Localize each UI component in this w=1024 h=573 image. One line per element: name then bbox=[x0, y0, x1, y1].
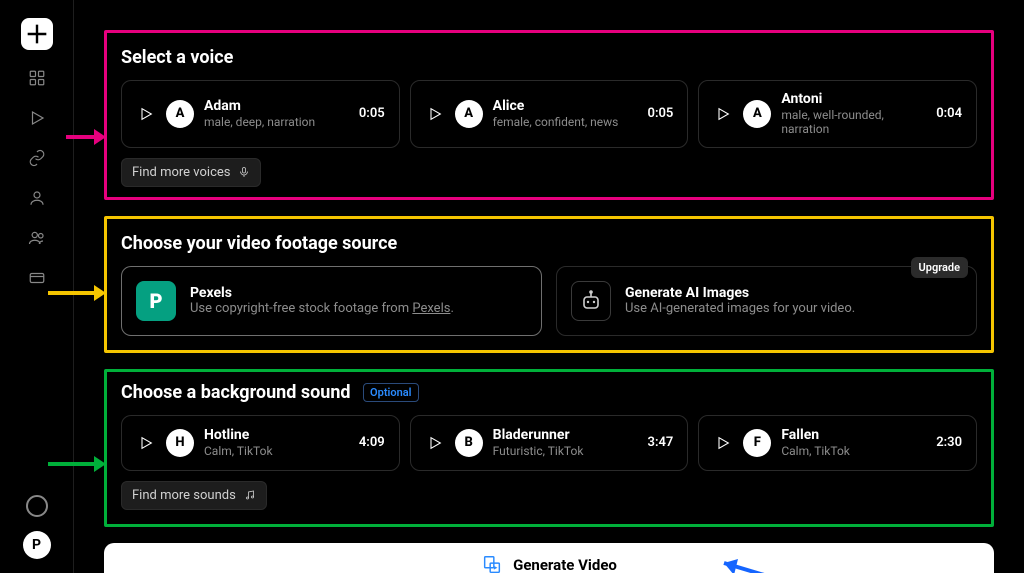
sound-name: Hotline bbox=[204, 427, 349, 444]
footage-section: Choose your video footage source P Pexel… bbox=[104, 216, 994, 353]
sound-card[interactable]: F FallenCalm, TikTok 2:30 bbox=[698, 415, 977, 471]
play-icon[interactable] bbox=[713, 106, 733, 122]
billing-icon[interactable] bbox=[25, 266, 49, 290]
sound-section: Choose a background sound Optional H Hot… bbox=[104, 369, 994, 527]
main-content: Select a voice A Adammale, deep, narrati… bbox=[74, 0, 1024, 573]
dashboard-icon[interactable] bbox=[25, 66, 49, 90]
pexels-link[interactable]: Pexels bbox=[412, 301, 450, 316]
footage-card-pexels[interactable]: P Pexels Use copyright-free stock footag… bbox=[121, 266, 542, 336]
play-icon[interactable] bbox=[425, 106, 445, 122]
footage-desc: Use copyright-free stock footage from Pe… bbox=[190, 301, 454, 316]
voice-card[interactable]: A Antonimale, well-rounded, narration 0:… bbox=[698, 80, 977, 148]
play-nav-icon[interactable] bbox=[25, 106, 49, 130]
footage-card-ai[interactable]: Upgrade Generate AI Images Use AI-genera… bbox=[556, 266, 977, 336]
new-button[interactable] bbox=[21, 18, 53, 50]
voice-name: Alice bbox=[493, 98, 638, 115]
voice-section: Select a voice A Adammale, deep, narrati… bbox=[104, 30, 994, 200]
ai-robot-icon bbox=[571, 281, 611, 321]
sound-card[interactable]: B BladerunnerFuturistic, TikTok 3:47 bbox=[410, 415, 689, 471]
music-note-icon bbox=[244, 489, 256, 501]
voice-tags: female, confident, news bbox=[493, 115, 638, 129]
generate-icon bbox=[481, 554, 503, 573]
find-more-sounds-button[interactable]: Find more sounds bbox=[121, 481, 267, 510]
find-more-sounds-label: Find more sounds bbox=[132, 488, 236, 503]
link-icon[interactable] bbox=[25, 146, 49, 170]
user-avatar[interactable]: P bbox=[23, 531, 51, 559]
voice-card[interactable]: A Adammale, deep, narration 0:05 bbox=[121, 80, 400, 148]
microphone-icon bbox=[238, 166, 250, 178]
sound-name: Bladerunner bbox=[493, 427, 638, 444]
user-icon[interactable] bbox=[25, 186, 49, 210]
footage-title: Pexels bbox=[190, 285, 454, 301]
sound-tags: Futuristic, TikTok bbox=[493, 444, 638, 458]
voice-avatar: A bbox=[166, 100, 194, 128]
voice-section-title: Select a voice bbox=[121, 47, 977, 68]
users-icon[interactable] bbox=[25, 226, 49, 250]
voice-name: Adam bbox=[204, 98, 349, 115]
upgrade-badge[interactable]: Upgrade bbox=[911, 257, 968, 278]
sound-name: Fallen bbox=[781, 427, 926, 444]
play-icon[interactable] bbox=[136, 106, 156, 122]
pexels-icon: P bbox=[136, 281, 176, 321]
sound-section-title: Choose a background sound Optional bbox=[121, 382, 977, 403]
voice-tags: male, deep, narration bbox=[204, 115, 349, 129]
find-more-voices-label: Find more voices bbox=[132, 165, 230, 180]
play-icon[interactable] bbox=[136, 435, 156, 451]
generate-video-button[interactable]: Generate Video bbox=[104, 543, 994, 573]
sound-duration: 2:30 bbox=[936, 435, 962, 450]
sound-tags: Calm, TikTok bbox=[204, 444, 349, 458]
sound-card[interactable]: H HotlineCalm, TikTok 4:09 bbox=[121, 415, 400, 471]
sound-tags: Calm, TikTok bbox=[781, 444, 926, 458]
sound-duration: 3:47 bbox=[648, 435, 674, 450]
optional-badge: Optional bbox=[363, 383, 418, 402]
footage-title: Generate AI Images bbox=[625, 285, 855, 301]
sidebar: P bbox=[0, 0, 74, 573]
voice-tags: male, well-rounded, narration bbox=[781, 108, 926, 137]
footage-section-title: Choose your video footage source bbox=[121, 233, 977, 254]
generate-video-label: Generate Video bbox=[513, 556, 617, 573]
voice-avatar: A bbox=[743, 100, 771, 128]
progress-circle-icon[interactable] bbox=[26, 495, 48, 517]
play-icon[interactable] bbox=[713, 435, 733, 451]
voice-avatar: A bbox=[455, 100, 483, 128]
sound-duration: 4:09 bbox=[359, 435, 385, 450]
voice-card[interactable]: A Alicefemale, confident, news 0:05 bbox=[410, 80, 689, 148]
sound-avatar: H bbox=[166, 429, 194, 457]
voice-duration: 0:05 bbox=[359, 106, 385, 121]
footage-desc: Use AI-generated images for your video. bbox=[625, 301, 855, 316]
voice-name: Antoni bbox=[781, 91, 926, 108]
voice-duration: 0:04 bbox=[936, 106, 962, 121]
voice-duration: 0:05 bbox=[648, 106, 674, 121]
sound-avatar: F bbox=[743, 429, 771, 457]
play-icon[interactable] bbox=[425, 435, 445, 451]
find-more-voices-button[interactable]: Find more voices bbox=[121, 158, 261, 187]
sound-avatar: B bbox=[455, 429, 483, 457]
